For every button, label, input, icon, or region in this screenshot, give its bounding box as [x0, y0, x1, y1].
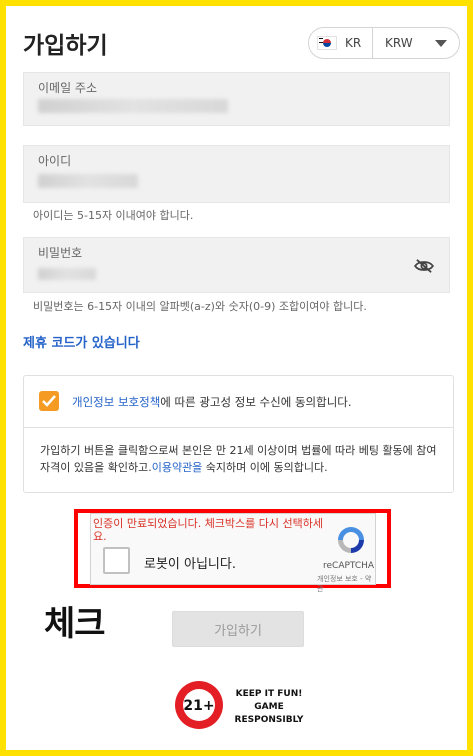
- marketing-consent-checkbox[interactable]: [39, 391, 59, 411]
- signup-card: 가입하기 KR KRW 이메일 주소 아이디 아이디는 5-15자 이내여야 합…: [6, 6, 467, 750]
- language-code: KR: [345, 36, 362, 50]
- password-field[interactable]: 비밀번호: [23, 237, 450, 293]
- korea-flag-icon: [317, 36, 337, 50]
- recaptcha-logo-icon: [338, 527, 364, 553]
- marketing-consent-text: 개인정보 보호정책에 따른 광고성 정보 수신에 동의합니다.: [72, 394, 352, 410]
- locale-selector[interactable]: KR KRW: [308, 27, 460, 59]
- responsible-gaming-logo: KEEP IT FUN! GAME RESPONSIBLY: [232, 688, 306, 727]
- recaptcha-widget: 인증이 만료되었습니다. 체크박스를 다시 선택하세요. 로봇이 아닙니다. r…: [90, 513, 376, 593]
- slogan-line-2: GAME: [254, 702, 284, 712]
- username-hint: 아이디는 5-15자 이내여야 합니다.: [33, 209, 194, 222]
- currency-code: KRW: [385, 36, 413, 50]
- checkmark-icon: [42, 395, 56, 407]
- marketing-consent-row: 개인정보 보호정책에 따른 광고성 정보 수신에 동의합니다.: [24, 376, 453, 428]
- language-selector[interactable]: KR: [309, 28, 373, 58]
- slogan-line-1: KEEP IT FUN!: [235, 689, 303, 699]
- recaptcha-label: 로봇이 아닙니다.: [144, 557, 236, 572]
- signup-submit-button[interactable]: 가입하기: [172, 611, 304, 647]
- page-title: 가입하기: [23, 33, 108, 59]
- username-field[interactable]: 아이디: [23, 145, 450, 203]
- password-label: 비밀번호: [38, 246, 83, 260]
- consent-box: 개인정보 보호정책에 따른 광고성 정보 수신에 동의합니다. 가입하기 버튼을…: [23, 375, 454, 493]
- check-annotation: 체크: [44, 604, 106, 644]
- password-value-blurred: [38, 268, 96, 280]
- consent-text: 에 따른 광고성 정보 수신에 동의합니다.: [160, 395, 352, 409]
- username-value-blurred: [38, 174, 138, 188]
- age-badge-text: 21+: [183, 698, 214, 714]
- recaptcha-links[interactable]: 개인정보 보호 - 약관: [317, 574, 375, 594]
- partner-code-link[interactable]: 제휴 코드가 있습니다: [23, 332, 140, 351]
- currency-selector[interactable]: KRW: [373, 28, 459, 58]
- privacy-policy-link[interactable]: 개인정보 보호정책: [72, 395, 160, 409]
- email-label: 이메일 주소: [38, 81, 98, 95]
- notice-text-end: 숙지하며 이에 동의합니다.: [202, 461, 328, 474]
- recaptcha-checkbox[interactable]: [103, 547, 130, 574]
- recaptcha-error: 인증이 만료되었습니다. 체크박스를 다시 선택하세요.: [93, 517, 324, 543]
- age-21-badge-icon: 21+: [175, 681, 223, 729]
- age-terms-notice: 가입하기 버튼을 클릭함으로써 본인은 만 21세 이상이며 법률에 따라 베팅…: [40, 442, 440, 476]
- terms-link[interactable]: 이용약관을: [152, 461, 203, 474]
- password-hint: 비밀번호는 6-15자 이내의 알파벳(a-z)와 숫자(0-9) 조합이여야 …: [33, 300, 367, 313]
- chevron-down-icon: [435, 39, 447, 47]
- email-value-blurred: [38, 99, 228, 113]
- recaptcha-highlight: 인증이 만료되었습니다. 체크박스를 다시 선택하세요. 로봇이 아닙니다. r…: [74, 509, 391, 593]
- email-field[interactable]: 이메일 주소: [23, 72, 450, 126]
- slogan-line-3: RESPONSIBLY: [234, 715, 304, 725]
- username-label: 아이디: [38, 154, 72, 168]
- recaptcha-brand: reCAPTCHA: [323, 561, 375, 571]
- eye-off-icon[interactable]: [413, 258, 435, 274]
